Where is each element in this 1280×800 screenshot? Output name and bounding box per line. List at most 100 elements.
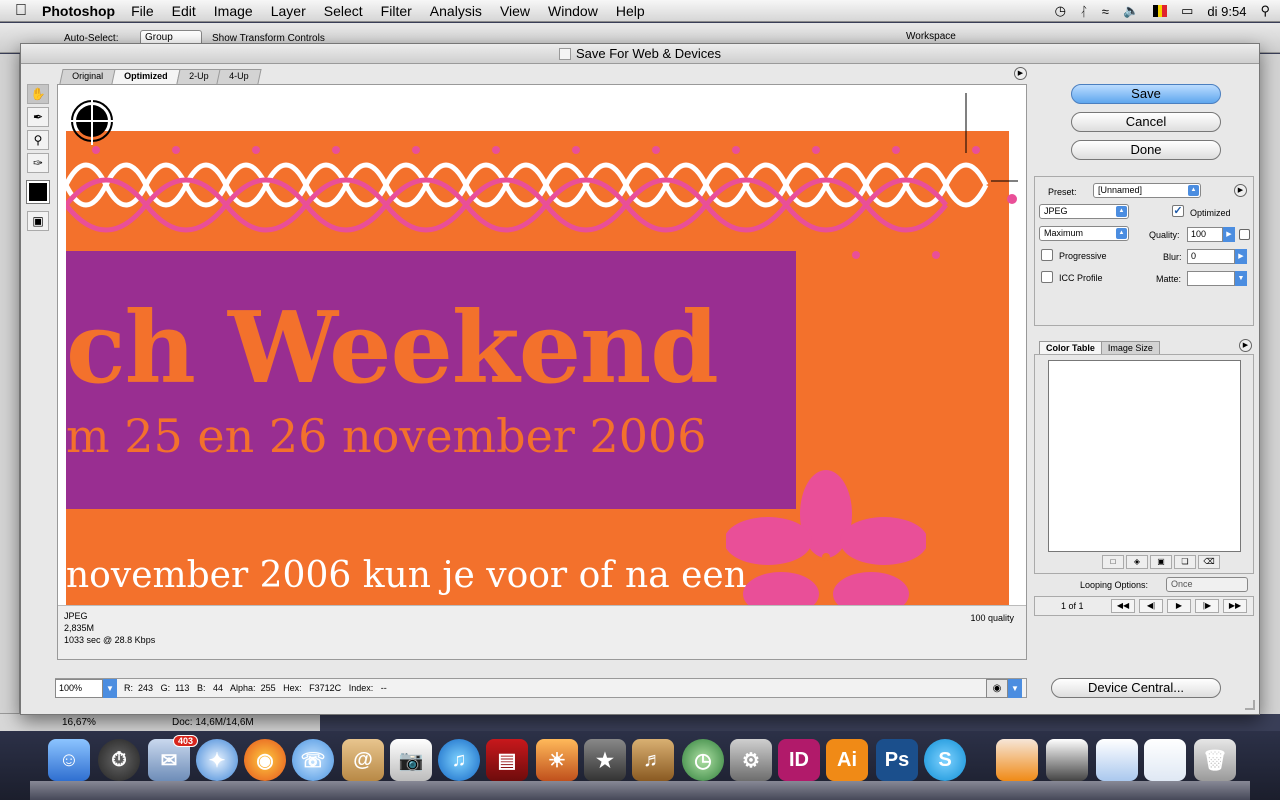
belgian-flag-icon[interactable] <box>1153 5 1168 17</box>
mail-icon[interactable]: ✉ 403 <box>148 735 198 781</box>
dialog-title-bar: Save For Web & Devices <box>21 44 1259 64</box>
menu-app-name[interactable]: Photoshop <box>42 3 115 19</box>
info-format: JPEG <box>64 611 88 621</box>
save-button[interactable]: Save <box>1071 84 1221 104</box>
preview-menu-icon[interactable]: ▶ <box>1014 67 1027 80</box>
time-machine-icon[interactable]: ◷ <box>1055 3 1066 19</box>
next-frame-icon[interactable]: |▶ <box>1195 599 1219 613</box>
menu-file[interactable]: File <box>131 3 154 19</box>
optimize-menu-icon[interactable]: ▶ <box>1234 184 1247 197</box>
new-color-icon[interactable]: ❏ <box>1174 555 1196 569</box>
volume-icon[interactable]: 🔈 <box>1123 3 1139 19</box>
ichat-icon[interactable]: ☏ <box>292 739 334 781</box>
format-arrow-icon: ▲ <box>1116 206 1127 217</box>
web-safe-icon[interactable]: ◈ <box>1126 555 1148 569</box>
ps-zoom-level[interactable]: 16,67% <box>62 717 96 728</box>
optimized-checkbox[interactable]: ✓ <box>1172 205 1184 217</box>
safari-icon[interactable]: ✦ <box>196 739 238 781</box>
hand-tool-icon[interactable]: ✋ <box>27 84 49 104</box>
address-book-icon[interactable]: @ <box>342 739 384 781</box>
lock-color-icon[interactable]: ▣ <box>1150 555 1172 569</box>
minimized-window-2-icon[interactable] <box>1046 739 1088 781</box>
progressive-checkbox[interactable] <box>1041 249 1053 261</box>
battery-icon[interactable]: ▭ <box>1181 3 1193 19</box>
previous-frame-icon[interactable]: ◀| <box>1139 599 1163 613</box>
device-central-button[interactable]: Device Central... <box>1051 678 1221 698</box>
cancel-button[interactable]: Cancel <box>1071 112 1221 132</box>
itunes-icon[interactable]: ♫ <box>438 739 480 781</box>
tab-optimized[interactable]: Optimized <box>111 69 181 84</box>
menu-edit[interactable]: Edit <box>172 3 196 19</box>
time-machine-dock-icon[interactable]: ◷ <box>682 739 724 781</box>
photoshop-icon[interactable]: Ps <box>876 739 918 781</box>
last-frame-icon[interactable]: ▶▶ <box>1223 599 1247 613</box>
quality-preset-dropdown[interactable]: Maximum ▲ <box>1039 226 1129 241</box>
preset-dropdown[interactable]: [Unnamed] ▲ <box>1093 183 1201 198</box>
format-dropdown[interactable]: JPEG ▲ <box>1039 204 1129 219</box>
quality-mask-icon[interactable] <box>1239 229 1250 240</box>
menu-analysis[interactable]: Analysis <box>430 3 482 19</box>
menu-filter[interactable]: Filter <box>381 3 412 19</box>
menu-window[interactable]: Window <box>548 3 598 19</box>
tab-color-table[interactable]: Color Table <box>1039 341 1102 354</box>
firefox-icon[interactable]: ◉ <box>244 739 286 781</box>
zoom-tool-icon[interactable]: ⚲ <box>27 130 49 150</box>
blur-slider-icon[interactable]: ▶ <box>1235 249 1247 264</box>
menu-view[interactable]: View <box>500 3 530 19</box>
garageband-icon[interactable]: ♬ <box>632 739 674 781</box>
resize-grip-icon[interactable] <box>1245 700 1255 710</box>
eyedropper-tool-icon[interactable]: ✑ <box>27 153 49 173</box>
slice-select-tool-icon[interactable]: ✒ <box>27 107 49 127</box>
finder-icon[interactable]: ☺ <box>48 739 90 781</box>
iphoto-icon[interactable]: ☀ <box>536 739 578 781</box>
tab-4-up[interactable]: 4-Up <box>216 69 262 84</box>
color-table-swatches[interactable] <box>1048 360 1241 552</box>
clock[interactable]: di 9:54 <box>1207 4 1246 19</box>
system-preferences-icon[interactable]: ⚙ <box>730 739 772 781</box>
preview-in-browser-icon[interactable]: ◉ <box>986 679 1008 698</box>
quality-field[interactable]: 100 <box>1187 227 1223 242</box>
bluetooth-icon[interactable]: ᛮ <box>1080 4 1088 19</box>
first-frame-icon[interactable]: ◀◀ <box>1111 599 1135 613</box>
zoom-dropdown-icon[interactable]: ▼ <box>103 679 117 698</box>
menu-layer[interactable]: Layer <box>271 3 306 19</box>
wifi-icon[interactable]: ≈ <box>1102 4 1109 19</box>
menu-select[interactable]: Select <box>324 3 363 19</box>
minimized-window-1-icon[interactable] <box>996 739 1038 781</box>
icc-profile-checkbox[interactable] <box>1041 271 1053 283</box>
blur-field[interactable]: 0 <box>1187 249 1235 264</box>
matte-field[interactable] <box>1187 271 1235 286</box>
apple-menu-icon[interactable]:  <box>0 2 42 20</box>
dashboard-icon[interactable]: ⏱ <box>98 739 140 781</box>
tab-image-size[interactable]: Image Size <box>1100 341 1160 354</box>
tab-original[interactable]: Original <box>59 69 116 84</box>
tab-2-up[interactable]: 2-Up <box>175 69 221 84</box>
color-table-menu-icon[interactable]: ▶ <box>1239 339 1252 352</box>
play-icon[interactable]: ▶ <box>1167 599 1191 613</box>
minimized-window-3-icon[interactable] <box>1096 739 1138 781</box>
web-snap-icon[interactable]: □ <box>1102 555 1124 569</box>
imovie-icon[interactable]: ★ <box>584 739 626 781</box>
looping-dropdown[interactable]: Once <box>1166 577 1248 592</box>
workspace-button[interactable]: Workspace <box>906 31 956 42</box>
front-row-icon[interactable]: ▤ <box>486 739 528 781</box>
zoom-level-field[interactable]: 100% <box>55 679 103 698</box>
browser-dropdown-icon[interactable]: ▼ <box>1008 679 1022 698</box>
done-button[interactable]: Done <box>1071 140 1221 160</box>
menu-image[interactable]: Image <box>214 3 253 19</box>
preview-app-icon[interactable]: 📷 <box>390 739 432 781</box>
skype-icon[interactable]: S <box>924 739 966 781</box>
info-download-time[interactable]: 1033 sec @ 28.8 Kbps <box>64 634 1020 646</box>
indesign-icon[interactable]: ID <box>778 739 820 781</box>
eyedropper-color-swatch[interactable] <box>26 180 50 204</box>
matte-dropdown-icon[interactable]: ▼ <box>1235 271 1247 286</box>
toggle-slices-icon[interactable]: ▣ <box>27 211 49 231</box>
spotlight-icon[interactable]: ⚲ <box>1260 3 1270 19</box>
delete-color-icon[interactable]: ⌫ <box>1198 555 1220 569</box>
minimized-window-4-icon[interactable] <box>1144 739 1186 781</box>
illustrator-icon[interactable]: Ai <box>826 739 868 781</box>
trash-icon[interactable]: 🗑 <box>1194 739 1236 781</box>
image-preview[interactable]: ch Weekend m 25 en 26 november 2006 nove… <box>57 84 1027 660</box>
quality-slider-icon[interactable]: ▶ <box>1223 227 1235 242</box>
menu-help[interactable]: Help <box>616 3 645 19</box>
